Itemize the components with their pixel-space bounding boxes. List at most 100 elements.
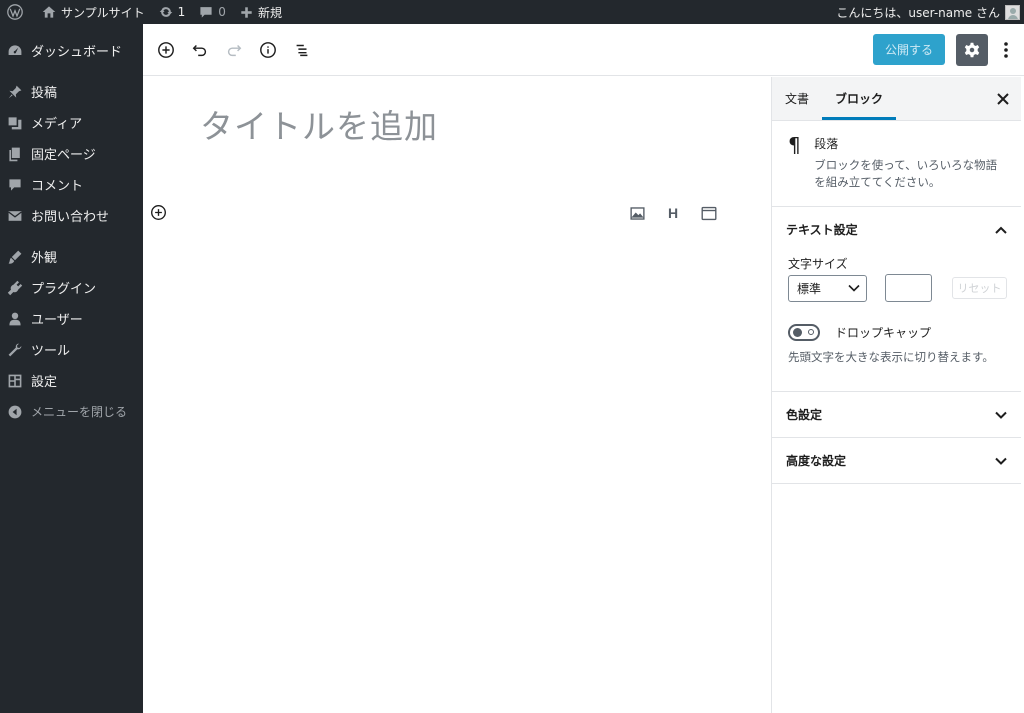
quick-inserter: H (619, 201, 727, 225)
chevron-down-icon (995, 457, 1007, 465)
my-account[interactable]: こんにちは、user-name さん (836, 4, 1024, 21)
wrench-icon (6, 341, 24, 359)
panel-title: テキスト設定 (786, 223, 858, 237)
block-card: ¶ 段落 ブロックを使って、いろいろな物語を組み立ててください。 (772, 121, 1021, 207)
redo-button[interactable] (217, 33, 251, 67)
add-heading-block-button[interactable]: H (655, 201, 691, 225)
panel-title: 高度な設定 (786, 454, 847, 468)
mail-icon (6, 207, 24, 225)
comment-icon (200, 7, 212, 18)
plus-circle-icon (158, 41, 174, 58)
tab-block[interactable]: ブロック (822, 77, 897, 120)
color-settings-toggle[interactable]: 色設定 (772, 392, 1021, 437)
updates-count: 1 (177, 5, 186, 19)
settings-icon (6, 372, 24, 390)
drop-cap-help: 先頭文字を大きな表示に切り替えます。 (788, 350, 994, 364)
redo-icon (227, 44, 242, 56)
block-description: ブロックを使って、いろいろな物語を組み立ててください。 (814, 158, 998, 189)
wp-logo-button[interactable] (0, 0, 35, 24)
sidebar-item-label: ツール (31, 344, 71, 359)
plus-icon (241, 6, 252, 18)
info-icon (260, 41, 276, 58)
admin-sidebar: ダッシュボード 投稿 メディア 固定ページ コメント お問い合わせ 外観 プラグ… (0, 24, 143, 713)
font-size-select[interactable]: 標準 (788, 274, 867, 302)
add-cover-block-button[interactable] (691, 201, 727, 225)
sidebar-item-posts[interactable]: 投稿 (0, 76, 143, 107)
panel-title: 色設定 (786, 408, 823, 422)
publish-button[interactable]: 公開する (873, 34, 945, 65)
site-name-link[interactable]: サンプルサイト (35, 0, 152, 24)
drop-cap-toggle[interactable] (788, 324, 820, 341)
dashboard-icon (6, 42, 24, 60)
sidebar-item-tools[interactable]: ツール (0, 334, 143, 365)
updates-link[interactable]: 1 (152, 0, 193, 24)
drop-cap-label: ドロップキャップ (835, 326, 932, 340)
pin-icon (6, 83, 24, 101)
sidebar-item-comments[interactable]: コメント (0, 169, 143, 200)
media-icon (6, 114, 24, 132)
advanced-settings-panel: 高度な設定 (772, 438, 1021, 484)
tab-document[interactable]: 文書 (772, 77, 822, 120)
sidebar-item-label: 投稿 (31, 86, 58, 101)
block-name: 段落 (814, 137, 839, 151)
chevron-down-icon (848, 284, 860, 292)
sidebar-item-users[interactable]: ユーザー (0, 303, 143, 334)
text-settings-toggle[interactable]: テキスト設定 (772, 207, 1021, 252)
plugin-icon (6, 279, 24, 297)
close-icon (997, 93, 1009, 105)
advanced-settings-toggle[interactable]: 高度な設定 (772, 438, 1021, 483)
block-inserter-button[interactable] (147, 201, 169, 223)
new-content-link[interactable]: 新規 (233, 0, 289, 24)
font-size-label: 文字サイズ (788, 257, 848, 271)
color-settings-panel: 色設定 (772, 392, 1021, 438)
editor-toolbar: 公開する (143, 24, 1024, 76)
heading-icon: H (667, 205, 679, 221)
custom-font-size-input[interactable] (884, 274, 932, 302)
block-navigation-button[interactable] (285, 33, 319, 67)
sidebar-item-plugins[interactable]: プラグイン (0, 272, 143, 303)
editor-canvas: タイトルを追加 H (143, 77, 771, 713)
font-size-reset-button[interactable]: リセット (951, 277, 1008, 299)
settings-toggle-button[interactable] (956, 33, 988, 66)
greeting: こんにちは、user-name さん (836, 5, 1000, 20)
avatar (1005, 4, 1020, 20)
more-options-button[interactable] (994, 34, 1018, 66)
chevron-up-icon (995, 226, 1007, 234)
more-vertical-icon (1004, 41, 1008, 58)
sidebar-item-label: お問い合わせ (31, 210, 110, 225)
add-image-block-button[interactable] (619, 201, 655, 225)
post-title-input[interactable]: タイトルを追加 (200, 100, 438, 148)
close-settings-button[interactable] (993, 89, 1013, 109)
sidebar-item-label: 外観 (31, 251, 58, 266)
comments-link[interactable]: 0 (192, 0, 233, 24)
font-size-value: 標準 (797, 281, 822, 296)
cover-icon (701, 206, 717, 220)
undo-button[interactable] (183, 33, 217, 67)
paragraph-icon: ¶ (788, 133, 801, 157)
undo-icon (192, 44, 207, 56)
collapse-menu-button[interactable]: メニューを閉じる (0, 396, 143, 427)
sidebar-item-pages[interactable]: 固定ページ (0, 138, 143, 169)
site-name: サンプルサイト (61, 5, 145, 20)
new-label: 新規 (257, 5, 282, 20)
sidebar-item-contact[interactable]: お問い合わせ (0, 200, 143, 231)
page-icon (6, 145, 24, 163)
gear-icon (964, 42, 980, 57)
sidebar-item-label: コメント (31, 179, 84, 194)
sidebar-item-dashboard[interactable]: ダッシュボード (0, 35, 143, 66)
settings-tabs: 文書 ブロック (772, 77, 1021, 121)
sidebar-item-settings[interactable]: 設定 (0, 365, 143, 396)
content-info-button[interactable] (251, 33, 285, 67)
admin-bar: サンプルサイト 1 0 新規 こんにちは、user-name さん (0, 0, 1024, 24)
text-settings-panel: テキスト設定 文字サイズ 標準 リセット ドロップキャップ 先頭文字を大きな表示… (772, 207, 1021, 392)
sidebar-item-label: ダッシュボード (31, 45, 123, 60)
add-block-button[interactable] (149, 33, 183, 67)
chevron-down-icon (995, 411, 1007, 419)
comments-count: 0 (218, 5, 226, 19)
sidebar-item-media[interactable]: メディア (0, 107, 143, 138)
sidebar-item-label: 固定ページ (31, 148, 96, 163)
home-icon (42, 6, 56, 18)
sidebar-item-appearance[interactable]: 外観 (0, 241, 143, 272)
wordpress-logo-icon (7, 4, 23, 20)
sidebar-item-label: メニューを閉じる (31, 405, 128, 419)
